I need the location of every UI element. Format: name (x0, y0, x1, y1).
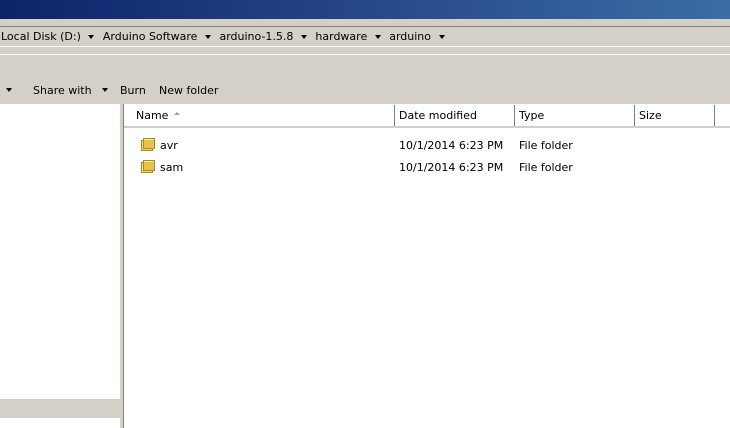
column-header-date[interactable]: Date modified (395, 105, 516, 126)
column-header-row: Name Date modified Type Size (124, 104, 730, 128)
file-list[interactable]: Name Date modified Type Size avr 10/1/20… (124, 104, 730, 428)
file-date-modified: 10/1/2014 6:23 PM (399, 160, 504, 174)
command-bar: Share with Burn New folder (0, 54, 730, 104)
chevron-down-icon (100, 82, 110, 98)
breadcrumb-label: arduino-1.5.8 (219, 30, 294, 43)
column-header-name-label: Name (136, 109, 169, 122)
table-row[interactable]: sam 10/1/2014 6:23 PM File folder (124, 157, 730, 177)
burn-label: Burn (120, 83, 146, 97)
sort-ascending-icon (174, 112, 181, 115)
burn-button[interactable]: Burn (120, 82, 146, 98)
table-row[interactable]: avr 10/1/2014 6:23 PM File folder (124, 135, 730, 155)
title-bar (0, 0, 730, 19)
navigation-pane[interactable] (0, 104, 120, 428)
share-with-label: Share with (33, 83, 92, 97)
share-with-button[interactable]: Share with (33, 82, 110, 98)
file-type: File folder (519, 138, 573, 152)
file-type: File folder (519, 160, 573, 174)
breadcrumb-item-hardware[interactable]: hardware (314, 27, 388, 46)
folder-icon (141, 138, 155, 151)
column-header-name[interactable]: Name (132, 105, 396, 126)
organize-dropdown-arrow[interactable] (4, 82, 14, 98)
chevron-down-icon[interactable] (297, 27, 310, 46)
breadcrumb-item-arduino-software[interactable]: Arduino Software (102, 27, 219, 46)
breadcrumb-label: Local Disk (D:) (1, 30, 81, 43)
address-bar: Local Disk (D:) Arduino Software arduino… (0, 22, 730, 50)
chevron-down-icon[interactable] (4, 82, 14, 98)
column-header-size-label: Size (639, 109, 662, 122)
folder-icon (141, 160, 155, 173)
file-name: sam (160, 160, 184, 174)
breadcrumb-item-local-disk[interactable]: Local Disk (D:) (0, 27, 102, 46)
breadcrumb[interactable]: Local Disk (D:) Arduino Software arduino… (0, 26, 730, 47)
file-date-modified: 10/1/2014 6:23 PM (399, 138, 504, 152)
navigation-pane-footer (0, 399, 120, 418)
column-header-size[interactable]: Size (635, 105, 716, 126)
new-folder-button[interactable]: New folder (159, 82, 218, 98)
column-header-type-label: Type (519, 109, 545, 122)
column-header-type[interactable]: Type (515, 105, 636, 126)
file-name: avr (160, 138, 178, 152)
chevron-down-icon[interactable] (435, 27, 448, 46)
breadcrumb-label: hardware (315, 30, 368, 43)
chevron-down-icon[interactable] (201, 27, 214, 46)
column-header-date-label: Date modified (399, 109, 477, 122)
chevron-down-icon[interactable] (371, 27, 384, 46)
breadcrumb-item-arduino-version[interactable]: arduino-1.5.8 (218, 27, 314, 46)
breadcrumb-item-arduino[interactable]: arduino (388, 27, 452, 46)
chevron-down-icon[interactable] (85, 27, 98, 46)
new-folder-label: New folder (159, 83, 219, 97)
breadcrumb-label: Arduino Software (102, 30, 198, 43)
breadcrumb-label: arduino (389, 30, 432, 43)
